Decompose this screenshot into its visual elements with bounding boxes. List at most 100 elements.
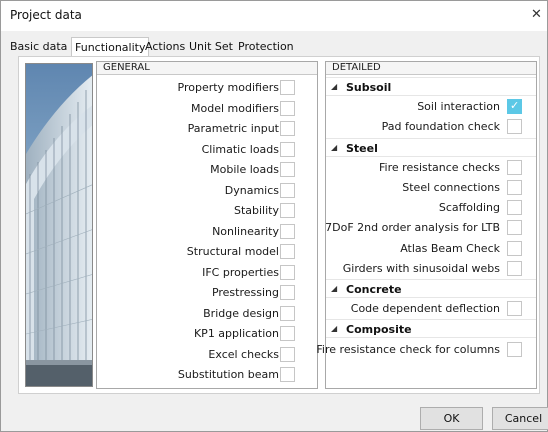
general-item-label: Mobile loads	[210, 163, 279, 176]
detailed-item-label: Fire resistance checks	[379, 160, 500, 174]
general-item-checkbox[interactable]	[280, 141, 295, 157]
tab-actions[interactable]: Actions	[145, 39, 185, 56]
general-header: GENERAL	[97, 62, 317, 75]
ok-button[interactable]: OK	[420, 407, 483, 430]
detailed-item-label: Atlas Beam Check	[400, 241, 500, 255]
general-item-label: Parametric input	[187, 122, 279, 135]
general-item-checkbox[interactable]	[280, 346, 295, 362]
general-item-checkbox[interactable]	[280, 244, 295, 259]
general-item-label: Bridge design	[203, 306, 279, 320]
general-item-label: Stability	[233, 204, 279, 217]
general-item-label: Excel checks	[208, 347, 279, 361]
tab-unit-set[interactable]: Unit Set	[189, 39, 233, 56]
general-item-checkbox[interactable]	[280, 203, 295, 218]
general-item-row: Nonlinearity	[97, 222, 317, 243]
detailed-item-checkbox[interactable]	[507, 99, 522, 115]
section-composite[interactable]: ◢ Composite	[326, 319, 536, 339]
general-item-row: Model modifiers	[97, 99, 317, 120]
detailed-item-row: Scaffolding	[326, 198, 536, 220]
general-item-label: Nonlinearity	[212, 224, 279, 238]
detailed-item-checkbox[interactable]	[507, 119, 522, 135]
general-item-checkbox[interactable]	[280, 305, 295, 321]
tab-functionality[interactable]: Functionality	[71, 37, 150, 57]
general-item-checkbox[interactable]	[280, 367, 295, 382]
detailed-item-checkbox[interactable]	[507, 180, 522, 195]
general-item-checkbox[interactable]	[280, 100, 295, 116]
detailed-item-checkbox[interactable]	[507, 200, 522, 216]
general-group: GENERAL Property modifiers Model modifier…	[96, 61, 318, 389]
detailed-item-label: Girders with sinusoidal webs	[342, 261, 500, 275]
building-image	[25, 63, 93, 387]
title-bar: Project data ✕	[1, 1, 547, 31]
section-steel[interactable]: ◢ Steel	[326, 137, 536, 157]
general-item-label: Climatic loads	[201, 142, 279, 156]
detailed-item-checkbox[interactable]	[507, 159, 522, 175]
general-item-checkbox[interactable]	[280, 223, 295, 239]
indent-gutter	[340, 117, 354, 139]
general-item-row: Parametric input	[97, 119, 317, 140]
general-item-row: IFC properties	[97, 263, 317, 284]
collapse-arrow-icon[interactable]: ◢	[331, 324, 337, 333]
general-item-label: IFC properties	[202, 265, 279, 279]
general-item-label: Substitution beam	[177, 368, 279, 381]
section-label: Concrete	[346, 283, 402, 296]
cancel-button[interactable]: Cancel	[492, 407, 548, 430]
section-concrete[interactable]: ◢ Concrete	[326, 279, 536, 298]
general-item-row: Property modifiers	[97, 78, 317, 99]
detailed-item-label: 7DoF 2nd order analysis for LTB	[325, 221, 500, 235]
general-item-row: Bridge design	[97, 304, 317, 325]
detailed-item-label: Scaffolding	[438, 201, 500, 215]
general-item-row: Mobile loads	[97, 160, 317, 181]
collapse-arrow-icon[interactable]: ◢	[331, 82, 337, 91]
detailed-item-row: Pad foundation check	[326, 117, 536, 139]
detailed-item-row: Girders with sinusoidal webs	[326, 258, 536, 280]
general-item-checkbox[interactable]	[280, 121, 295, 136]
detailed-item-label: Pad foundation check	[381, 120, 500, 134]
tab-basic-data[interactable]: Basic data	[10, 39, 67, 56]
general-item-checkbox[interactable]	[280, 162, 295, 177]
detailed-item-label: Soil interaction	[417, 100, 500, 114]
general-item-label: Model modifiers	[191, 101, 279, 115]
detailed-item-checkbox[interactable]	[507, 240, 522, 256]
indent-gutter	[340, 157, 354, 179]
general-item-checkbox[interactable]	[280, 80, 295, 95]
general-item-checkbox[interactable]	[280, 264, 295, 280]
general-item-row: Substitution beam	[97, 365, 317, 386]
detailed-item-row: Atlas Beam Check	[326, 238, 536, 260]
collapse-arrow-icon[interactable]: ◢	[331, 284, 337, 293]
detailed-item-row: Steel connections	[326, 178, 536, 199]
detailed-item-row: 7DoF 2nd order analysis for LTB	[325, 218, 536, 240]
detailed-group: DETAILED ◢ Subsoil Soil interaction Pad fou…	[316, 61, 537, 389]
general-item-label: Structural model	[186, 245, 279, 258]
section-label: Subsoil	[346, 81, 392, 94]
detailed-item-checkbox[interactable]	[507, 260, 522, 276]
general-item-row: Excel checks	[97, 345, 317, 366]
collapse-arrow-icon[interactable]: ◢	[331, 143, 337, 152]
general-item-checkbox[interactable]	[280, 182, 295, 198]
general-item-label: Property modifiers	[177, 81, 279, 94]
general-item-checkbox[interactable]	[280, 326, 295, 341]
section-subsoil[interactable]: ◢ Subsoil	[326, 77, 536, 96]
tab-bar: Basic data Functionality Actions Unit Se…	[1, 37, 547, 57]
detailed-item-label: Steel connections	[402, 181, 500, 194]
general-item-row: Dynamics	[97, 181, 317, 202]
general-item-label: KP1 application	[193, 327, 279, 340]
detailed-item-row: Fire resistance check for columns	[316, 339, 536, 361]
tab-protection[interactable]: Protection	[238, 39, 294, 56]
indent-gutter	[340, 198, 354, 220]
indent-gutter	[340, 238, 354, 260]
detailed-item-label: Code dependent deflection	[350, 302, 500, 316]
detailed-item-row: Soil interaction	[326, 97, 536, 119]
detailed-item-checkbox[interactable]	[507, 301, 522, 317]
detailed-item-checkbox[interactable]	[507, 220, 522, 236]
general-item-label: Dynamics	[224, 183, 279, 197]
detailed-item-checkbox[interactable]	[507, 341, 522, 357]
general-item-checkbox[interactable]	[280, 285, 295, 300]
close-icon[interactable]: ✕	[531, 4, 547, 26]
general-item-row: Climatic loads	[97, 140, 317, 161]
general-item-row: Stability	[97, 201, 317, 222]
indent-gutter	[340, 178, 354, 199]
functionality-panel: GENERAL Property modifiers Model modifier…	[18, 56, 540, 394]
general-item-label: Prestressing	[211, 286, 279, 299]
detailed-item-label: Fire resistance check for columns	[316, 342, 500, 356]
